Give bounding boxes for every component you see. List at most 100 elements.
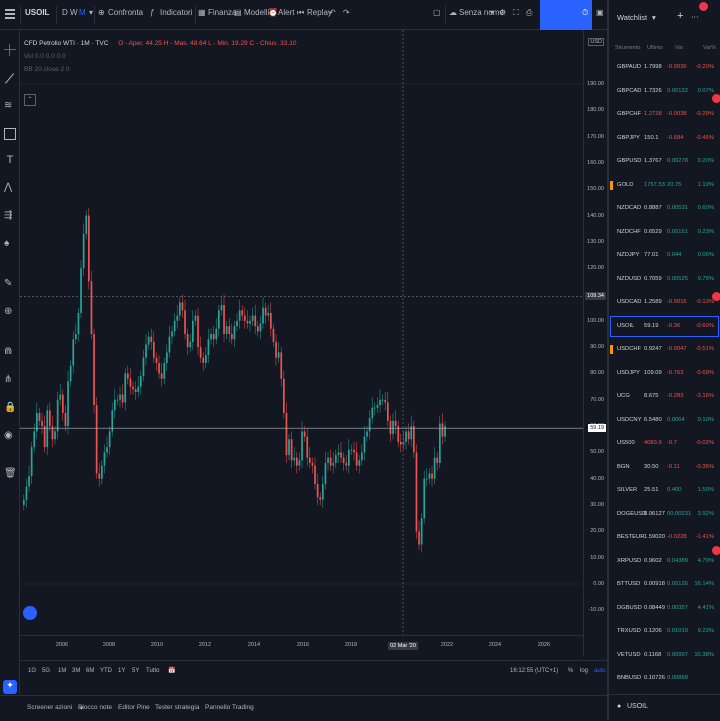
pattern-icon[interactable]: ⋀: [4, 182, 16, 194]
col-last[interactable]: Ultimo: [647, 45, 663, 51]
fullscreen-icon[interactable]: ⛶: [513, 8, 519, 18]
range-6m[interactable]: 6M: [86, 668, 94, 674]
layout-name-button[interactable]: Senza nome: [459, 8, 504, 17]
finance-button[interactable]: Finanza: [208, 8, 236, 17]
trendline-icon[interactable]: [4, 72, 16, 84]
price-axis[interactable]: USD 190.00 180.00 170.00 160.00 150.00 140.00…: [583, 30, 607, 657]
watchlist-row-vetusd[interactable]: VETUSD 0.1168 0.00997 10.38%: [609, 644, 720, 667]
watchlist-row-nzdcad[interactable]: NZDCAD 0.8887 0.00531 0.60%: [609, 197, 720, 220]
watchlist-row-gbpusd[interactable]: GBPUSD 1.3767 0.00278 0.20%: [609, 150, 720, 173]
watchlist-row-bgn[interactable]: BGN 30.50 -0.11 -0.36%: [609, 456, 720, 479]
magnet-icon[interactable]: ⋒: [4, 346, 16, 358]
tab-strategy-tester[interactable]: Tester strategia: [155, 704, 199, 711]
chart-pane[interactable]: CFD Petrolio WTI · 1M · TVC O - Aper. 44…: [20, 30, 583, 657]
watchlist-row-usdjpy[interactable]: USDJPY 109.09 -0.763 -0.69%: [609, 362, 720, 385]
legend-bollinger[interactable]: BB 20 close 2 0: [24, 66, 296, 73]
legend-title[interactable]: CFD Petrolio WTI · 1M · TVC: [24, 40, 108, 47]
range-ytd[interactable]: YTD: [100, 668, 112, 674]
tab-trading-panel[interactable]: Pannello Trading: [205, 704, 254, 711]
lock-icon[interactable]: 🔒: [4, 402, 16, 414]
watchlist-row-gbpcad[interactable]: GBPCAD 1.7326 0.00122 0.07%: [609, 80, 720, 103]
more-icon[interactable]: ⋯: [691, 12, 699, 21]
col-change-pct[interactable]: Var%: [703, 45, 716, 51]
brush-icon[interactable]: ✎: [4, 278, 16, 290]
range-all[interactable]: Tutto: [146, 668, 159, 674]
legend-volume[interactable]: Vol 0.0 0.0 0.0: [24, 53, 296, 60]
watchlist-row-gbpchf[interactable]: GBPCHF 1.2728 -0.0038 -0.29%: [609, 103, 720, 126]
compare-icon[interactable]: ⊕: [98, 8, 105, 17]
watchlist-row-xrpusd[interactable]: XRPUSD 0.9602 0.04389 4.79%: [609, 550, 720, 573]
collapse-legend-icon[interactable]: ⌃: [24, 94, 36, 106]
tab-pine-editor[interactable]: Editor Pine: [118, 704, 150, 711]
watchlist-title[interactable]: Watchlist: [617, 13, 647, 22]
replay-icon[interactable]: ⏮: [297, 8, 304, 18]
watchlist-row-nzdchf[interactable]: NZDCHF 0.6529 0.00151 0.23%: [609, 221, 720, 244]
ideas-icon[interactable]: ✦: [3, 680, 17, 694]
interval-w[interactable]: W: [70, 8, 78, 17]
watchlist-row-trxusd[interactable]: TRXUSD 0.1206 0.01019 9.23%: [609, 620, 720, 643]
symbol-search-button[interactable]: USOIL: [25, 8, 49, 17]
col-change[interactable]: Var: [675, 45, 683, 51]
watchlist-row-bnbusd[interactable]: BNBUSD 0.10726 0.00858: [609, 667, 720, 690]
templates-icon[interactable]: ▤: [234, 8, 242, 17]
chart-type-icon[interactable]: ▾: [89, 8, 93, 17]
alert-button[interactable]: Alert: [278, 8, 294, 17]
log-toggle[interactable]: log: [580, 668, 588, 674]
watchlist-row-usdcny[interactable]: USDCNY 6.5480 0.0064 0.10%: [609, 409, 720, 432]
goto-date-icon[interactable]: 📅: [168, 667, 175, 674]
percent-toggle[interactable]: %: [568, 668, 573, 674]
price-chart[interactable]: [20, 30, 583, 657]
watchlist-row-nzdusd[interactable]: NZDUSD 0.7059 0.00525 0.75%: [609, 268, 720, 291]
compare-button[interactable]: Confronta: [108, 8, 143, 17]
range-1m[interactable]: 1M: [58, 668, 66, 674]
indicators-icon[interactable]: ƒ: [150, 8, 154, 17]
finance-icon[interactable]: ▦: [198, 8, 206, 17]
zoom-icon[interactable]: ⊕: [4, 306, 16, 318]
cloud-icon[interactable]: ☁: [449, 8, 457, 17]
tradingview-logo-icon[interactable]: [23, 606, 37, 620]
watchlist-row-gbpjpy[interactable]: GBPJPY 150.1 -0.684 -0.45%: [609, 127, 720, 150]
watchlist-row-gbpaud[interactable]: GBPAUD 1.7998 -0.0036 -0.20%: [609, 56, 720, 79]
watchlist-row-silver[interactable]: SILVER 25.51 0.400 1.59%: [609, 479, 720, 502]
range-5g[interactable]: 5G: [42, 668, 50, 674]
indicators-button[interactable]: Indicatori: [160, 8, 192, 17]
range-1g[interactable]: 1G: [28, 668, 36, 674]
alert-icon[interactable]: ⏰: [268, 8, 278, 17]
notification-icon[interactable]: ▣: [596, 8, 604, 17]
range-5y[interactable]: 5Y: [132, 668, 139, 674]
add-symbol-icon[interactable]: +: [677, 10, 683, 22]
rectangle-icon[interactable]: [4, 128, 16, 140]
watchlist-row-besteur[interactable]: BESTEUR 1.59020 -0.0228 -1.41%: [609, 526, 720, 549]
watchlist-row-dogeusd[interactable]: DOGEUSD 0.06127 00.00231 3.92%: [609, 503, 720, 526]
watchlist-row-usdcad[interactable]: USDCAD 1.2589 -0.0016 -0.13%: [609, 291, 720, 314]
watchlist-row-usoil[interactable]: USOIL 59.19 -0.36 -0.60%: [609, 315, 720, 338]
auto-toggle[interactable]: auto: [594, 668, 606, 674]
range-3m[interactable]: 3M: [72, 668, 80, 674]
watchlist-row-nzdjpy[interactable]: NZDJPY 77.01 0.044 0.06%: [609, 244, 720, 267]
date-axis[interactable]: 2006 2008 2010 2012 2014 2016 2018 02 Mar '20 20…: [20, 635, 583, 658]
watchlist-dropdown-icon[interactable]: ▾: [652, 13, 656, 22]
text-icon[interactable]: T: [4, 154, 16, 166]
watchlist-row-us500[interactable]: US500 4083.9 -0.7 -0.02%: [609, 432, 720, 455]
watchlist-row-dgbusd[interactable]: DGBUSD 0.08449 0.00357 4.41%: [609, 597, 720, 620]
watchlist-row-gold[interactable]: GOLD 1757.53 20.75 1.19%: [609, 174, 720, 197]
range-1y[interactable]: 1Y: [118, 668, 125, 674]
undo-icon[interactable]: ↶: [329, 8, 336, 17]
alert-clock-icon[interactable]: ⏱: [582, 8, 588, 18]
tab-notes[interactable]: Blocco note: [78, 704, 112, 711]
visibility-icon[interactable]: ◉: [4, 430, 16, 442]
settings-icon[interactable]: ⚙: [499, 8, 506, 17]
tab-stock-screener[interactable]: Screener azioni: [27, 704, 72, 711]
watchlist-row-usdchf[interactable]: USDCHF 0.9247 -0.0047 -0.51%: [609, 338, 720, 361]
fib-icon[interactable]: ≋: [4, 100, 16, 112]
prediction-icon[interactable]: ⇶: [4, 210, 16, 222]
templates-button[interactable]: Modelli: [244, 8, 269, 17]
details-symbol[interactable]: USOIL: [627, 703, 648, 710]
clock-time[interactable]: 16:12:55 (UTC+1): [510, 668, 558, 674]
col-symbol[interactable]: Strumento: [615, 45, 640, 51]
trash-icon[interactable]: 🗑: [4, 468, 17, 480]
watchlist-row-bttusd[interactable]: BTTUSD 0.00918 0.00126 16.14%: [609, 573, 720, 596]
currency-label[interactable]: USD: [588, 38, 604, 46]
redo-icon[interactable]: ↷: [343, 8, 350, 17]
screenshot-icon[interactable]: ⎙: [526, 8, 532, 18]
